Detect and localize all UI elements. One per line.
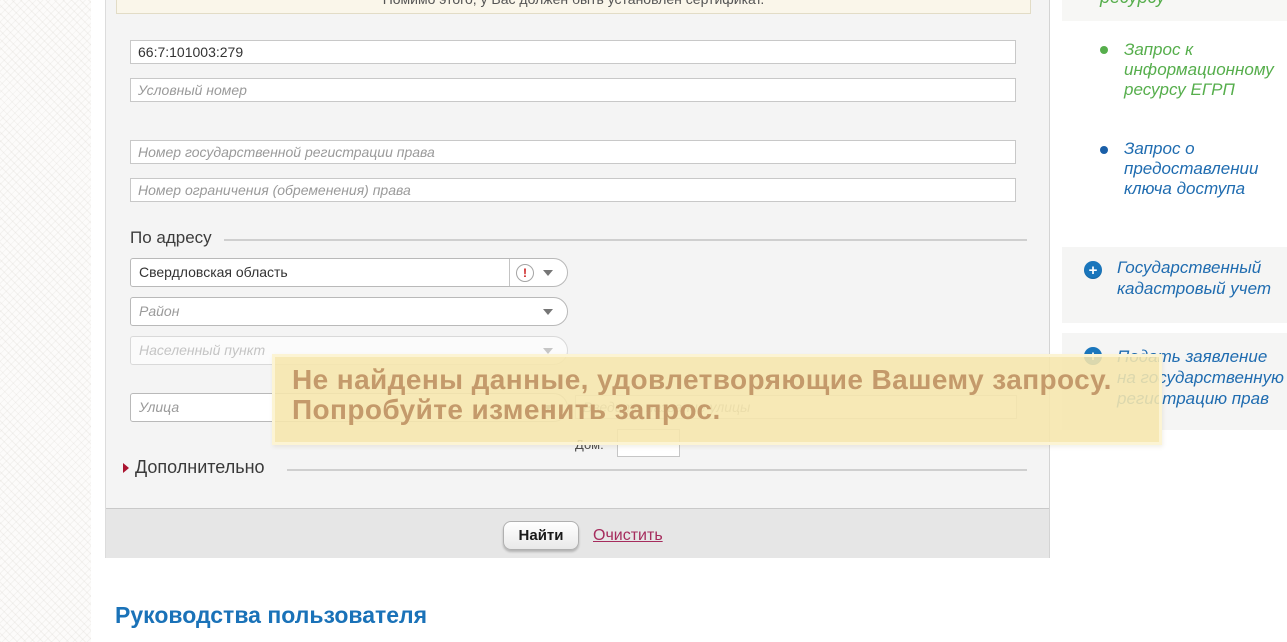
sidebar-item-cadastral-registration[interactable]: Государственный кадастровый учет xyxy=(1117,257,1287,299)
alert-line-1: Не найдены данные, удовлетворяющие Вашем… xyxy=(292,365,1159,395)
sidebar-item-access-key-request[interactable]: Запрос о предоставлении ключа доступа xyxy=(1124,139,1287,199)
form-footer: Найти Очистить xyxy=(106,508,1049,558)
plus-circle-icon: + xyxy=(1084,261,1102,279)
green-bullet-icon xyxy=(1100,46,1108,54)
region-select-value: Свердловская область xyxy=(131,259,509,286)
certificate-notice-text: Помимо этого, у Вас должен быть установл… xyxy=(383,0,765,7)
district-select[interactable]: Район xyxy=(130,297,568,326)
sidebar-clipped-item-fragment: ресурсу xyxy=(1100,0,1165,8)
chevron-down-icon[interactable] xyxy=(543,309,553,315)
no-results-alert: Не найдены данные, удовлетворяющие Вашем… xyxy=(272,354,1162,445)
chevron-down-icon xyxy=(543,348,553,354)
address-section-title: По адресу xyxy=(130,228,212,248)
cadastral-number-input[interactable] xyxy=(130,40,1016,64)
blue-bullet-icon xyxy=(1100,146,1108,154)
chevron-down-icon[interactable] xyxy=(543,270,553,276)
search-form-panel: Помимо этого, у Вас должен быть установл… xyxy=(105,0,1050,558)
page: Помимо этого, у Вас должен быть установл… xyxy=(0,0,1287,642)
additional-divider xyxy=(287,469,1027,471)
clear-link[interactable]: Очистить xyxy=(593,527,663,545)
alert-line-2: Попробуйте изменить запрос. xyxy=(292,395,1159,425)
region-select-controls: ! xyxy=(509,259,567,286)
page-left-texture xyxy=(0,0,91,642)
sidebar-top-block: ресурсу xyxy=(1062,0,1287,21)
district-select-controls xyxy=(509,298,567,325)
sidebar: ресурсу Запрос к информационному ресурсу… xyxy=(1062,0,1287,642)
sidebar-block-cadastral: + Государственный кадастровый учет xyxy=(1062,247,1287,323)
certificate-notice: Помимо этого, у Вас должен быть установл… xyxy=(116,0,1031,14)
warning-icon: ! xyxy=(516,264,534,282)
triangle-right-icon xyxy=(123,463,129,473)
user-guides-heading: Руководства пользователя xyxy=(115,602,427,629)
region-select[interactable]: Свердловская область ! xyxy=(130,258,568,287)
district-select-placeholder: Район xyxy=(131,298,509,325)
restriction-number-input[interactable] xyxy=(130,178,1016,202)
additional-label: Дополнительно xyxy=(135,457,265,478)
registration-number-input[interactable] xyxy=(130,140,1016,164)
sidebar-item-egrp-resource-request[interactable]: Запрос к информационному ресурсу ЕГРП xyxy=(1124,40,1287,100)
find-button[interactable]: Найти xyxy=(503,521,579,550)
additional-expander[interactable]: Дополнительно xyxy=(123,457,265,478)
address-section-divider xyxy=(224,239,1027,241)
conditional-number-input[interactable] xyxy=(130,78,1016,102)
